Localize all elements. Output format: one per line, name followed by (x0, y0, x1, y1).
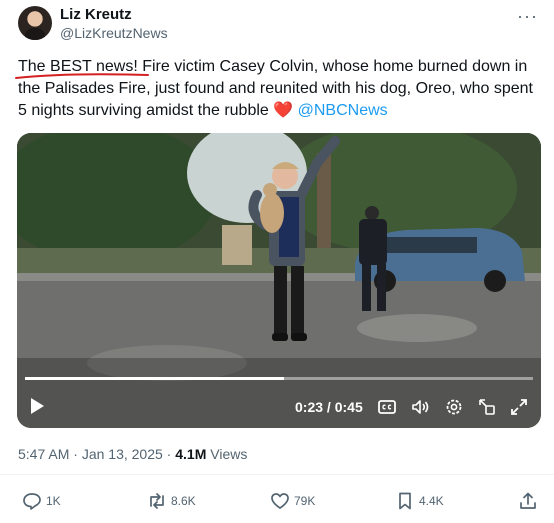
captions-icon[interactable] (377, 397, 397, 417)
settings-icon[interactable] (444, 397, 464, 417)
divider (0, 474, 554, 475)
repost-button[interactable]: 8.6K (147, 490, 196, 512)
time-separator: / (323, 399, 335, 415)
heart-emoji: ❤️ (273, 102, 294, 119)
volume-icon[interactable] (410, 397, 430, 417)
current-time: 0:23 (295, 399, 324, 415)
repost-count: 8.6K (171, 494, 196, 508)
author-avatar[interactable] (18, 6, 52, 40)
author-handle[interactable]: @LizKreutzNews (60, 25, 168, 41)
post-time[interactable]: 5:47 AM (18, 446, 69, 462)
meta-dot: · (69, 446, 82, 462)
tweet-text: The BEST news! Fire victim Casey Colvin,… (18, 56, 538, 122)
views-label: Views (206, 446, 248, 462)
meta-dot: · (162, 446, 176, 462)
video-time: 0:23 / 0:45 (295, 399, 363, 415)
mention-link[interactable]: @NBCNews (298, 102, 388, 119)
duration: 0:45 (334, 399, 363, 415)
fullscreen-icon[interactable] (509, 397, 529, 417)
like-count: 79K (294, 494, 316, 508)
views-count: 4.1M (175, 446, 207, 462)
author-name[interactable]: Liz Kreutz (60, 6, 132, 23)
repost-icon (150, 493, 164, 509)
reply-icon (23, 493, 41, 510)
play-icon[interactable] (29, 397, 45, 415)
share-icon (520, 492, 536, 509)
post-date[interactable]: Jan 13, 2025 (82, 446, 163, 462)
bookmark-icon (399, 492, 411, 510)
video-progress-track[interactable] (25, 377, 533, 380)
post-metadata: 5:47 AM · Jan 13, 2025 · 4.1M Views (18, 446, 247, 462)
pip-icon[interactable] (477, 397, 497, 417)
video-frame (17, 133, 541, 428)
handdrawn-underline-annotation (15, 73, 149, 79)
like-button[interactable]: 79K (270, 490, 315, 512)
reply-button[interactable]: 1K (22, 490, 61, 512)
video-player[interactable]: 0:23 / 0:45 (17, 133, 541, 428)
video-progress-fill (25, 377, 285, 380)
bookmark-count: 4.4K (419, 494, 444, 508)
reply-count: 1K (46, 494, 61, 508)
more-options-icon[interactable]: ··· (517, 6, 538, 27)
bookmark-button[interactable]: 4.4K (395, 490, 444, 512)
share-button[interactable] (518, 490, 538, 512)
like-icon (271, 493, 289, 509)
